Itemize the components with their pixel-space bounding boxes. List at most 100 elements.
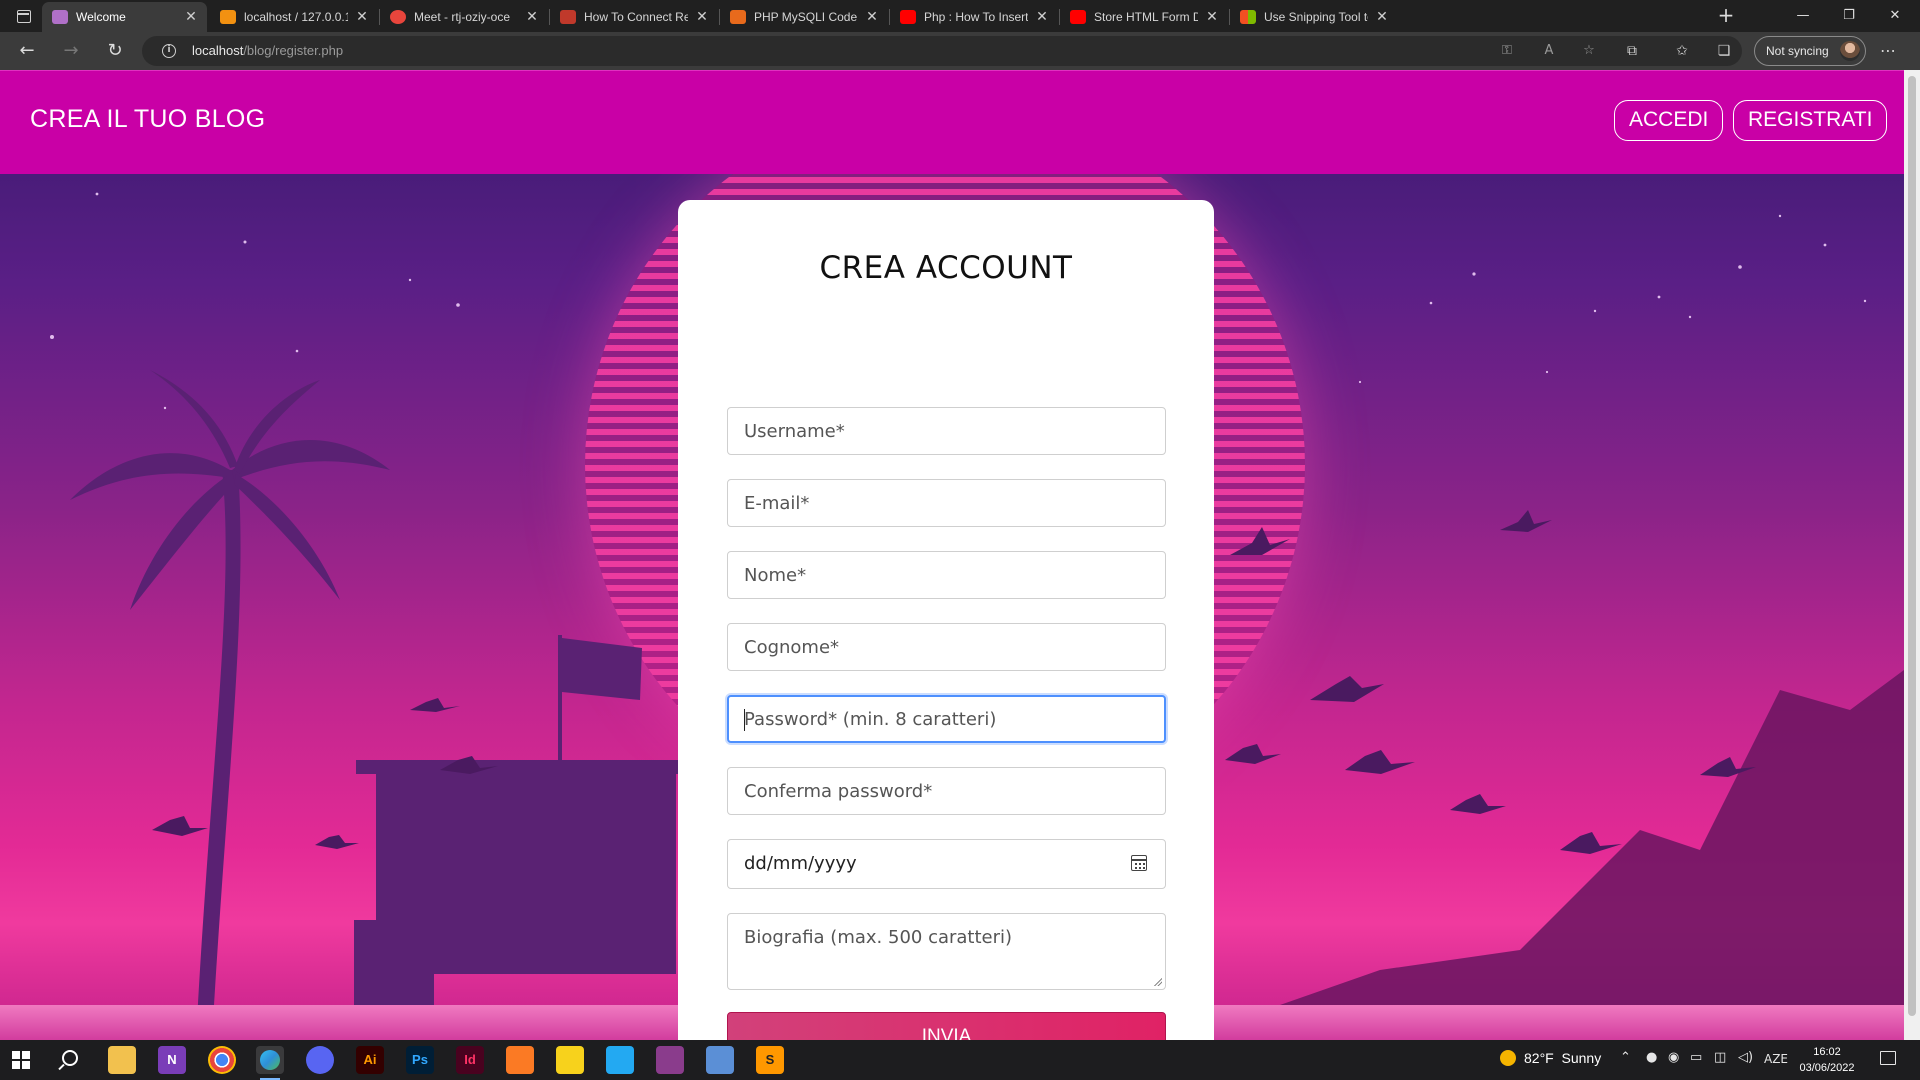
tab-actions-icon[interactable] bbox=[10, 6, 36, 26]
tab-php-insert-data[interactable]: Php : How To Insert Data In ✕ bbox=[890, 2, 1058, 32]
profile-avatar bbox=[1840, 41, 1860, 61]
windows-start-icon[interactable] bbox=[12, 1051, 30, 1069]
vscode-icon[interactable] bbox=[606, 1046, 634, 1074]
tab-connect-registration[interactable]: How To Connect Registrati ✕ bbox=[550, 2, 718, 32]
username-field[interactable]: Username* bbox=[727, 407, 1166, 455]
scrollbar-thumb[interactable] bbox=[1908, 76, 1916, 1016]
notification-center-icon[interactable] bbox=[1880, 1051, 1896, 1065]
meet-favicon-icon bbox=[390, 10, 406, 24]
url-text[interactable]: localhost/blog/register.php bbox=[192, 43, 343, 58]
tab-phpmyadmin[interactable]: localhost / 127.0.0.1 / blog ✕ bbox=[210, 2, 378, 32]
resize-handle-icon[interactable] bbox=[1153, 977, 1162, 986]
file-explorer-icon[interactable] bbox=[108, 1046, 136, 1074]
system-clock[interactable]: 16:02 03/06/2022 bbox=[1796, 1044, 1858, 1076]
site-favicon-icon bbox=[730, 10, 746, 24]
sublime-text-icon[interactable]: S bbox=[756, 1046, 784, 1074]
network-icon[interactable]: ◫ bbox=[1714, 1050, 1726, 1065]
clock-time: 16:02 bbox=[1813, 1046, 1841, 1058]
youtube-favicon-icon bbox=[1070, 10, 1086, 24]
tab-close-icon[interactable]: ✕ bbox=[1034, 9, 1050, 25]
surname-field[interactable]: Cognome* bbox=[727, 623, 1166, 671]
read-aloud-icon[interactable]: A bbox=[1540, 42, 1558, 60]
tab-title: How To Connect Registrati bbox=[584, 10, 688, 24]
tab-title: Store HTML Form Data to bbox=[1094, 10, 1198, 24]
page-scrollbar[interactable] bbox=[1904, 70, 1920, 1040]
tray-chevron-icon[interactable]: ⌃ bbox=[1620, 1050, 1631, 1065]
confirm-password-field[interactable]: Conferma password* bbox=[727, 767, 1166, 815]
calendar-icon[interactable] bbox=[1131, 855, 1147, 871]
login-button[interactable]: ACCEDI bbox=[1614, 100, 1724, 141]
sunny-weather-icon bbox=[1500, 1050, 1516, 1066]
register-card: CREA ACCOUNT Username* E-mail* Nome* Cog… bbox=[678, 200, 1214, 1040]
url-host: localhost bbox=[192, 43, 244, 58]
chrome-icon[interactable] bbox=[208, 1046, 236, 1074]
indesign-icon[interactable]: Id bbox=[456, 1046, 484, 1074]
password-key-icon[interactable]: ⚿ bbox=[1498, 42, 1516, 60]
tab-meet[interactable]: Meet - rtj-oziy-oce ✕ bbox=[380, 2, 548, 32]
browser-toolbar: ← → ↻ i localhost/blog/register.php ⚿ A … bbox=[0, 32, 1920, 70]
sync-status-label: Not syncing bbox=[1766, 44, 1829, 58]
tab-welcome[interactable]: Welcome ✕ bbox=[42, 2, 207, 32]
confirm-password-placeholder: Conferma password* bbox=[744, 781, 933, 802]
taskbar-search-icon[interactable] bbox=[62, 1050, 78, 1066]
favorites-icon[interactable]: ✩ bbox=[1672, 41, 1692, 61]
surname-placeholder: Cognome* bbox=[744, 637, 840, 658]
onenote-icon[interactable]: N bbox=[158, 1046, 186, 1074]
birthdate-field[interactable]: dd/mm/yyyy bbox=[727, 839, 1166, 889]
calculator-icon[interactable] bbox=[706, 1046, 734, 1074]
volume-icon[interactable]: ◁) bbox=[1738, 1050, 1753, 1065]
illustrator-icon[interactable]: Ai bbox=[356, 1046, 384, 1074]
tab-title: Use Snipping Tool to captu bbox=[1264, 10, 1368, 24]
more-options-icon[interactable]: ⋯ bbox=[1880, 41, 1896, 61]
minimize-button[interactable]: — bbox=[1780, 0, 1826, 32]
photoshop-icon[interactable]: Ps bbox=[406, 1046, 434, 1074]
tab-snipping-tool[interactable]: Use Snipping Tool to captu ✕ bbox=[1230, 2, 1398, 32]
tab-close-icon[interactable]: ✕ bbox=[1204, 9, 1220, 25]
tab-close-icon[interactable]: ✕ bbox=[354, 9, 370, 25]
tab-close-icon[interactable]: ✕ bbox=[524, 9, 540, 25]
site-favicon-icon bbox=[560, 10, 576, 24]
password-field[interactable]: Password* (min. 8 caratteri) bbox=[727, 695, 1166, 743]
tab-store-html-form[interactable]: Store HTML Form Data to ✕ bbox=[1060, 2, 1228, 32]
form-title: CREA ACCOUNT bbox=[819, 250, 1073, 286]
tab-close-icon[interactable]: ✕ bbox=[864, 9, 880, 25]
restore-button[interactable]: ❐ bbox=[1826, 0, 1872, 32]
edge-icon[interactable] bbox=[256, 1046, 284, 1080]
xampp-icon[interactable] bbox=[506, 1046, 534, 1074]
profile-sync-button[interactable]: Not syncing bbox=[1754, 36, 1866, 66]
battery-icon[interactable]: ▭ bbox=[1690, 1050, 1702, 1065]
email-field[interactable]: E-mail* bbox=[727, 479, 1166, 527]
browser-tab-strip: Welcome ✕ localhost / 127.0.0.1 / blog ✕… bbox=[0, 0, 1920, 32]
sticky-notes-icon[interactable] bbox=[556, 1046, 584, 1074]
refresh-button[interactable]: ↻ bbox=[102, 39, 128, 63]
tab-close-icon[interactable]: ✕ bbox=[1374, 9, 1390, 25]
microphone-icon[interactable]: ● bbox=[1646, 1050, 1657, 1065]
input-language[interactable]: AZE bbox=[1764, 1052, 1788, 1066]
back-button[interactable]: ← bbox=[14, 39, 40, 63]
tab-close-icon[interactable]: ✕ bbox=[694, 9, 710, 25]
add-favorite-icon[interactable]: ☆ bbox=[1580, 42, 1598, 60]
youtube-favicon-icon bbox=[900, 10, 916, 24]
register-button[interactable]: REGISTRATI bbox=[1733, 100, 1888, 141]
address-bar[interactable]: i localhost/blog/register.php ⚿ A ☆ bbox=[142, 36, 1742, 66]
submit-button[interactable]: INVIA bbox=[727, 1012, 1166, 1040]
tab-title: PHP MySQLI Code : How T bbox=[754, 10, 858, 24]
close-window-button[interactable]: ✕ bbox=[1872, 0, 1918, 32]
camera-icon[interactable]: ◉ bbox=[1668, 1050, 1679, 1065]
bio-textarea[interactable]: Biografia (max. 500 caratteri) bbox=[727, 913, 1166, 990]
discord-icon[interactable] bbox=[306, 1046, 334, 1074]
weather-widget[interactable]: 82°F Sunny bbox=[1500, 1050, 1601, 1066]
collections-icon[interactable]: ❏ bbox=[1714, 41, 1734, 61]
name-field[interactable]: Nome* bbox=[727, 551, 1166, 599]
tab-close-icon[interactable]: ✕ bbox=[183, 9, 199, 25]
site-info-icon[interactable]: i bbox=[162, 44, 176, 58]
forward-button[interactable]: → bbox=[58, 39, 84, 63]
extensions-icon[interactable]: ⧉ bbox=[1622, 41, 1642, 61]
phpmyadmin-favicon-icon bbox=[220, 10, 236, 24]
tab-php-mysqli[interactable]: PHP MySQLI Code : How T ✕ bbox=[720, 2, 888, 32]
winrar-icon[interactable] bbox=[656, 1046, 684, 1074]
site-brand[interactable]: CREA IL TUO BLOG bbox=[30, 105, 265, 134]
clock-date: 03/06/2022 bbox=[1799, 1062, 1855, 1074]
weather-temperature: 82°F bbox=[1524, 1050, 1554, 1066]
new-tab-button[interactable]: + bbox=[1714, 4, 1738, 28]
